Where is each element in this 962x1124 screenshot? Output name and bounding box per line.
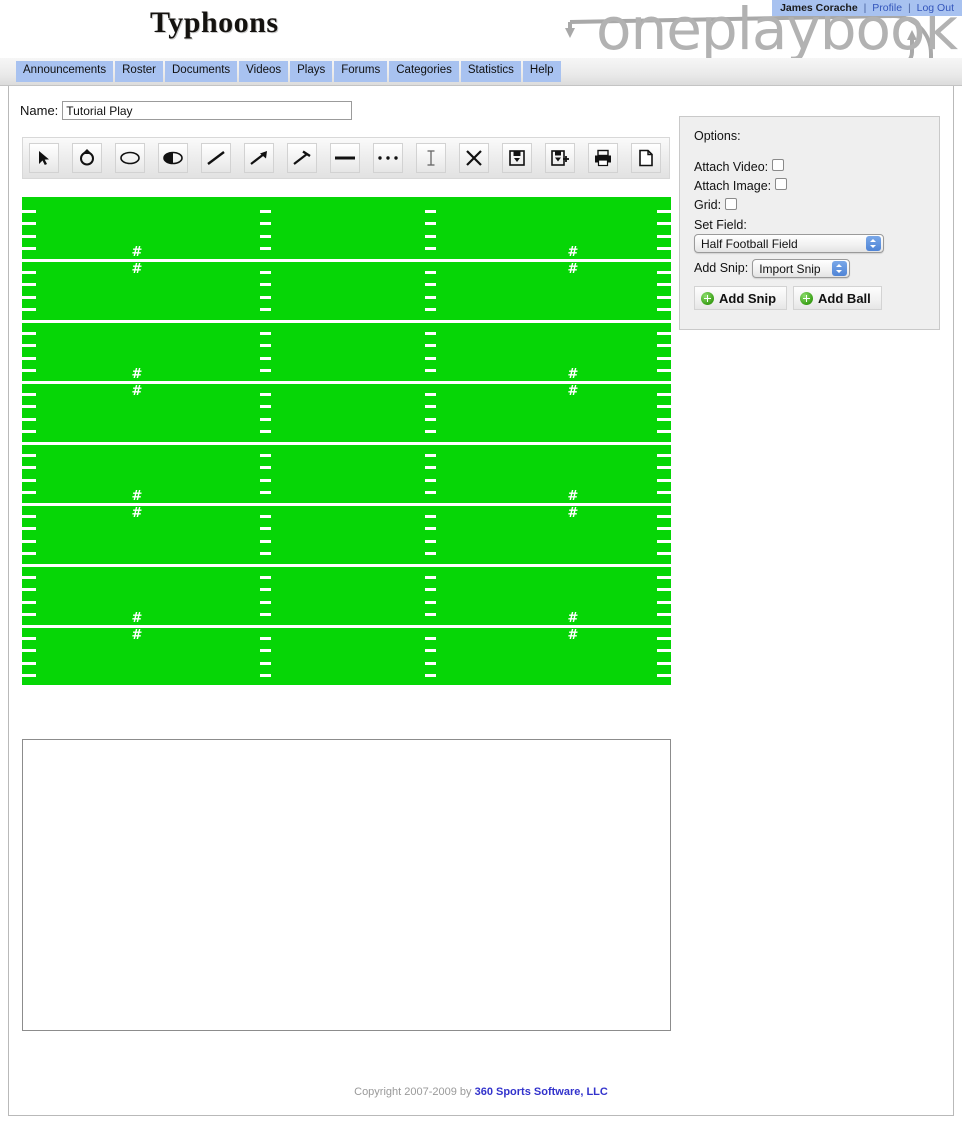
main-content: Name: xyxy=(0,87,962,1115)
play-name-input[interactable] xyxy=(62,101,352,120)
footer-company-link[interactable]: 360 Sports Software, LLC xyxy=(475,1086,608,1098)
attach-image-checkbox[interactable] xyxy=(775,178,787,190)
arrow-tool[interactable] xyxy=(244,143,274,173)
set-field-value: Half Football Field xyxy=(701,237,798,251)
save-tool[interactable] xyxy=(502,143,532,173)
add-snip-button-label: Add Snip xyxy=(719,291,776,306)
site-header: Typhoons oneplaybook X James Corache | P… xyxy=(0,0,962,58)
user-bar: James Corache | Profile | Log Out xyxy=(772,0,962,16)
block-arrow-tool[interactable] xyxy=(287,143,317,173)
rotate-tool[interactable] xyxy=(72,143,102,173)
team-title: Typhoons xyxy=(150,6,450,40)
options-panel: Options: Attach Video: Attach Image: Gri… xyxy=(679,116,940,330)
nav-tab-statistics[interactable]: Statistics xyxy=(461,61,521,82)
svg-text:#: # xyxy=(132,384,143,399)
svg-text:#: # xyxy=(132,611,143,626)
svg-text:#: # xyxy=(132,245,143,260)
text-tool[interactable] xyxy=(416,143,446,173)
footer: Copyright 2007-2009 by 360 Sports Softwa… xyxy=(0,1086,962,1098)
options-buttons: Add Snip Add Ball xyxy=(694,286,925,310)
delete-tool[interactable] xyxy=(459,143,489,173)
add-snip-row: Add Snip: Import Snip xyxy=(694,259,925,278)
add-ball-button[interactable]: Add Ball xyxy=(793,286,882,310)
svg-text:#: # xyxy=(132,628,143,643)
line-tool[interactable] xyxy=(201,143,231,173)
nav-tab-help[interactable]: Help xyxy=(523,61,561,82)
svg-text:#: # xyxy=(568,384,579,399)
nav-tab-roster[interactable]: Roster xyxy=(115,61,163,82)
attach-video-label: Attach Video: xyxy=(694,160,768,174)
svg-text:#: # xyxy=(568,245,579,260)
options-title: Options: xyxy=(694,129,925,143)
svg-text:#: # xyxy=(132,367,143,382)
nav-tab-forums[interactable]: Forums xyxy=(334,61,387,82)
user-name: James Corache xyxy=(780,2,858,14)
new-page-tool[interactable] xyxy=(631,143,661,173)
plus-icon xyxy=(701,292,714,305)
football-field[interactable]: # # # # # # # # # # # # # # # # xyxy=(22,197,671,685)
page-root: Typhoons oneplaybook X James Corache | P… xyxy=(0,0,962,1124)
add-snip-select[interactable]: Import Snip xyxy=(752,259,850,278)
add-snip-button[interactable]: Add Snip xyxy=(694,286,787,310)
attach-image-label: Attach Image: xyxy=(694,179,771,193)
footer-copyright: Copyright 2007-2009 by xyxy=(354,1086,474,1098)
ellipse-tool[interactable] xyxy=(115,143,145,173)
svg-text:#: # xyxy=(132,489,143,504)
drawing-toolbar xyxy=(22,137,670,179)
print-tool[interactable] xyxy=(588,143,618,173)
attach-image-row: Attach Image: xyxy=(694,178,925,193)
field-markings: # # # # # # # # # # # # # # # # xyxy=(22,197,671,685)
nav-tab-list: AnnouncementsRosterDocumentsVideosPlaysF… xyxy=(16,61,563,83)
plus-icon xyxy=(800,292,813,305)
svg-text:#: # xyxy=(568,489,579,504)
svg-text:#: # xyxy=(132,262,143,277)
svg-text:#: # xyxy=(568,628,579,643)
logout-link[interactable]: Log Out xyxy=(917,2,954,14)
nav-tab-plays[interactable]: Plays xyxy=(290,61,332,82)
grid-checkbox[interactable] xyxy=(725,198,737,210)
grid-label: Grid: xyxy=(694,198,721,212)
svg-text:#: # xyxy=(568,611,579,626)
nav-tab-categories[interactable]: Categories xyxy=(389,61,459,82)
nav-tab-videos[interactable]: Videos xyxy=(239,61,288,82)
page-border-bottom xyxy=(8,1115,954,1116)
thick-line-tool[interactable] xyxy=(330,143,360,173)
select-arrow-tool[interactable] xyxy=(29,143,59,173)
add-snip-value: Import Snip xyxy=(759,262,820,276)
add-ball-button-label: Add Ball xyxy=(818,291,871,306)
svg-text:#: # xyxy=(568,506,579,521)
svg-text:#: # xyxy=(132,506,143,521)
play-name-label: Name: xyxy=(20,103,58,118)
play-notes-box[interactable] xyxy=(22,739,671,1031)
set-field-stepper-icon[interactable] xyxy=(866,236,881,251)
play-field-canvas-wrap[interactable]: # # # # # # # # # # # # # # # # xyxy=(22,197,671,685)
set-field-select[interactable]: Half Football Field xyxy=(694,234,884,253)
set-field-label: Set Field: xyxy=(694,218,925,232)
attach-video-row: Attach Video: xyxy=(694,159,925,174)
grid-row: Grid: xyxy=(694,197,925,212)
attach-video-checkbox[interactable] xyxy=(772,159,784,171)
add-snip-label: Add Snip: xyxy=(694,261,748,275)
nav-tab-documents[interactable]: Documents xyxy=(165,61,237,82)
save-as-tool[interactable] xyxy=(545,143,575,173)
svg-text:#: # xyxy=(568,367,579,382)
add-snip-stepper-icon[interactable] xyxy=(832,261,847,276)
half-filled-ellipse-tool[interactable] xyxy=(158,143,188,173)
dotted-line-tool[interactable] xyxy=(373,143,403,173)
profile-link[interactable]: Profile xyxy=(872,2,902,14)
play-name-row: Name: xyxy=(20,101,352,123)
main-navigation: AnnouncementsRosterDocumentsVideosPlaysF… xyxy=(0,58,962,86)
user-bar-separator-1: | xyxy=(861,2,870,14)
svg-text:#: # xyxy=(568,262,579,277)
nav-tab-announcements[interactable]: Announcements xyxy=(16,61,113,82)
user-bar-separator-2: | xyxy=(905,2,914,14)
